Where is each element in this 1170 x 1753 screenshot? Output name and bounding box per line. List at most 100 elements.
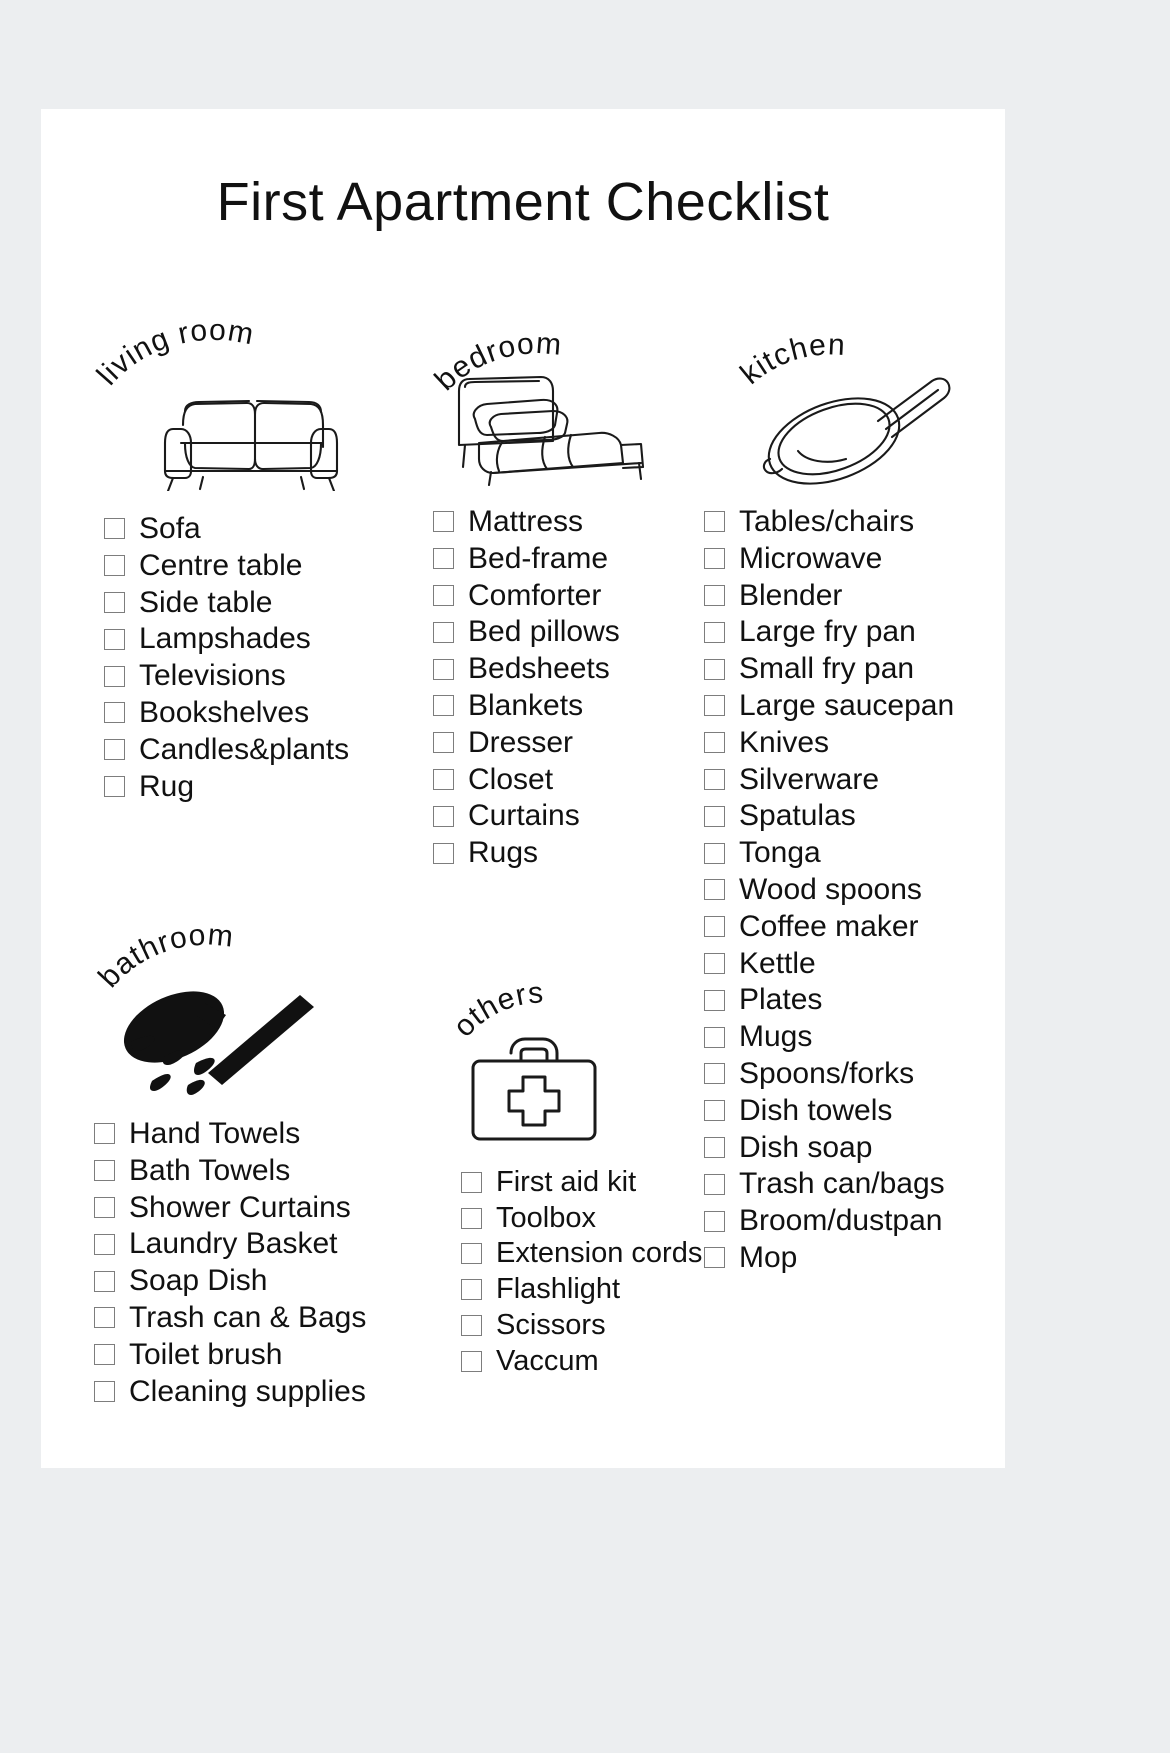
list-item[interactable]: Bath Towels: [94, 1154, 426, 1187]
checkbox[interactable]: [461, 1243, 482, 1265]
checkbox[interactable]: [461, 1171, 482, 1193]
list-item[interactable]: Bed-frame: [433, 542, 711, 575]
list-item[interactable]: Dresser: [433, 726, 711, 759]
list-item[interactable]: Side table: [104, 586, 416, 619]
list-item[interactable]: Wood spoons: [704, 874, 1016, 906]
list-item[interactable]: Vaccum: [461, 1345, 731, 1377]
checkbox[interactable]: [704, 1247, 725, 1269]
checkbox[interactable]: [704, 1063, 725, 1085]
checkbox[interactable]: [104, 628, 125, 650]
list-item[interactable]: Candles&plants: [104, 733, 416, 766]
list-item[interactable]: Large fry pan: [704, 616, 1016, 648]
list-item[interactable]: Broom/dustpan: [704, 1205, 1016, 1237]
list-item[interactable]: Plates: [704, 984, 1016, 1016]
checkbox[interactable]: [461, 1314, 482, 1336]
list-item[interactable]: Trash can/bags: [704, 1168, 1016, 1200]
checkbox[interactable]: [704, 1210, 725, 1232]
checkbox[interactable]: [704, 916, 725, 938]
checkbox[interactable]: [433, 842, 454, 864]
list-item[interactable]: Toilet brush: [94, 1338, 426, 1371]
checkbox[interactable]: [94, 1307, 115, 1329]
checkbox[interactable]: [704, 842, 725, 864]
list-item[interactable]: First aid kit: [461, 1167, 731, 1198]
checkbox[interactable]: [104, 591, 125, 613]
list-item[interactable]: Comforter: [433, 579, 711, 612]
checkbox[interactable]: [704, 952, 725, 974]
checkbox[interactable]: [94, 1344, 115, 1366]
list-item[interactable]: Bed pillows: [433, 616, 711, 648]
checkbox[interactable]: [433, 732, 454, 754]
list-item[interactable]: Toolbox: [461, 1202, 731, 1234]
checkbox[interactable]: [704, 511, 725, 533]
list-item[interactable]: Silverware: [704, 763, 1016, 796]
checkbox[interactable]: [94, 1196, 115, 1218]
checkbox[interactable]: [704, 584, 725, 606]
checkbox[interactable]: [704, 658, 725, 680]
list-item[interactable]: Rug: [104, 770, 416, 803]
list-item[interactable]: Scissors: [461, 1310, 731, 1341]
list-item[interactable]: Shower Curtains: [94, 1191, 426, 1224]
list-item[interactable]: Mugs: [704, 1021, 1016, 1053]
list-item[interactable]: Trash can & Bags: [94, 1302, 426, 1334]
checkbox[interactable]: [433, 511, 454, 533]
checkbox[interactable]: [461, 1279, 482, 1301]
list-item[interactable]: Mattress: [433, 506, 711, 538]
list-item[interactable]: Blender: [704, 579, 1016, 612]
checkbox[interactable]: [433, 584, 454, 606]
checkbox[interactable]: [461, 1350, 482, 1372]
checkbox[interactable]: [704, 548, 725, 570]
checkbox[interactable]: [94, 1160, 115, 1182]
list-item[interactable]: Extension cords: [461, 1238, 731, 1269]
list-item[interactable]: Kettle: [704, 947, 1016, 980]
checkbox[interactable]: [104, 518, 125, 540]
list-item[interactable]: Spatulas: [704, 800, 1016, 832]
list-item[interactable]: Dish soap: [704, 1131, 1016, 1164]
list-item[interactable]: Small fry pan: [704, 653, 1016, 685]
list-item[interactable]: Cleaning supplies: [94, 1375, 426, 1408]
list-item[interactable]: Hand Towels: [94, 1118, 426, 1150]
list-item[interactable]: Sofa: [104, 513, 416, 545]
checkbox[interactable]: [94, 1233, 115, 1255]
list-item[interactable]: Spoons/forks: [704, 1058, 1016, 1090]
checkbox[interactable]: [104, 702, 125, 724]
checkbox[interactable]: [104, 775, 125, 797]
list-item[interactable]: Rugs: [433, 837, 711, 869]
list-item[interactable]: Tables/chairs: [704, 506, 1016, 538]
checkbox[interactable]: [433, 548, 454, 570]
checkbox[interactable]: [704, 768, 725, 790]
checkbox[interactable]: [704, 621, 725, 643]
checkbox[interactable]: [704, 1136, 725, 1158]
checkbox[interactable]: [433, 658, 454, 680]
list-item[interactable]: Knives: [704, 726, 1016, 759]
checkbox[interactable]: [704, 989, 725, 1011]
checkbox[interactable]: [704, 1173, 725, 1195]
checkbox[interactable]: [433, 805, 454, 827]
checkbox[interactable]: [104, 555, 125, 577]
checkbox[interactable]: [433, 695, 454, 717]
list-item[interactable]: Coffee maker: [704, 910, 1016, 943]
list-item[interactable]: Centre table: [104, 549, 416, 582]
checkbox[interactable]: [704, 1026, 725, 1048]
list-item[interactable]: Televisions: [104, 660, 416, 692]
list-item[interactable]: Tonga: [704, 837, 1016, 869]
list-item[interactable]: Blankets: [433, 690, 711, 722]
list-item[interactable]: Mop: [704, 1242, 1016, 1274]
checkbox[interactable]: [704, 805, 725, 827]
checkbox[interactable]: [704, 732, 725, 754]
checkbox[interactable]: [433, 621, 454, 643]
list-item[interactable]: Large saucepan: [704, 690, 1016, 722]
checkbox[interactable]: [94, 1380, 115, 1402]
list-item[interactable]: Bedsheets: [433, 653, 711, 685]
list-item[interactable]: Laundry Basket: [94, 1228, 426, 1260]
checkbox[interactable]: [704, 1100, 725, 1122]
checkbox[interactable]: [433, 768, 454, 790]
checkbox[interactable]: [104, 665, 125, 687]
list-item[interactable]: Bookshelves: [104, 697, 416, 729]
checkbox[interactable]: [704, 695, 725, 717]
checkbox[interactable]: [94, 1270, 115, 1292]
list-item[interactable]: Microwave: [704, 542, 1016, 575]
list-item[interactable]: Dish towels: [704, 1094, 1016, 1127]
list-item[interactable]: Lampshades: [104, 623, 416, 655]
list-item[interactable]: Curtains: [433, 800, 711, 832]
list-item[interactable]: Soap Dish: [94, 1265, 426, 1297]
